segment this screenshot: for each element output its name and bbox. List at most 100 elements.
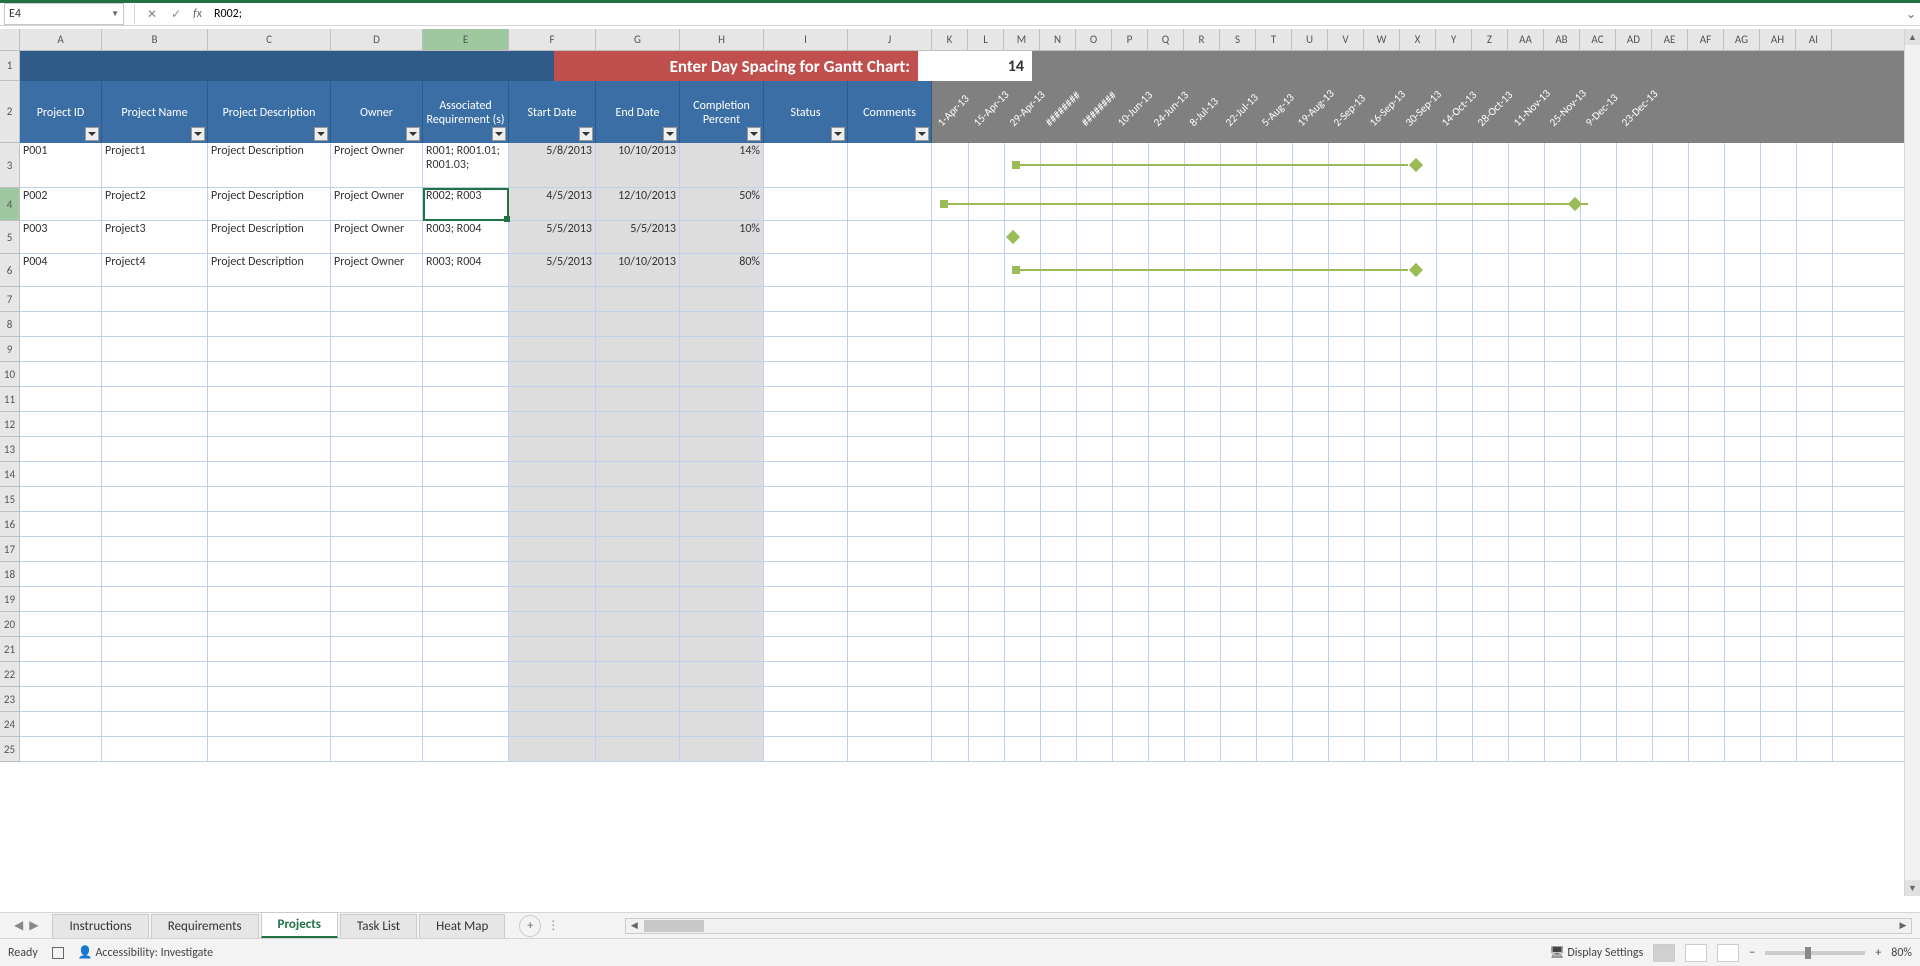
cell-empty[interactable] xyxy=(680,562,764,586)
cell-empty[interactable] xyxy=(680,487,764,511)
cell-pct[interactable]: 80% xyxy=(680,254,764,286)
cell-end[interactable]: 12/10/2013 xyxy=(596,188,680,220)
filter-button-8[interactable] xyxy=(831,127,845,141)
cell-empty[interactable] xyxy=(20,287,102,311)
cell-empty[interactable] xyxy=(596,387,680,411)
cell-start[interactable]: 4/5/2013 xyxy=(509,188,596,220)
cell-empty[interactable] xyxy=(208,487,331,511)
cell-empty[interactable] xyxy=(423,637,509,661)
cell-empty[interactable] xyxy=(102,712,208,736)
cell-empty[interactable] xyxy=(764,587,848,611)
day-spacing-value[interactable]: 14 xyxy=(918,51,1032,81)
cell-empty[interactable] xyxy=(596,437,680,461)
cell-empty[interactable] xyxy=(680,637,764,661)
cell-empty[interactable] xyxy=(423,362,509,386)
cell-empty[interactable] xyxy=(509,712,596,736)
cell-empty[interactable] xyxy=(331,712,423,736)
cell-empty[interactable] xyxy=(596,712,680,736)
cell-empty[interactable] xyxy=(208,462,331,486)
cell-empty[interactable] xyxy=(331,562,423,586)
cell-empty[interactable] xyxy=(331,362,423,386)
cell-empty[interactable] xyxy=(848,412,932,436)
cell-empty[interactable] xyxy=(20,487,102,511)
col-header-AB[interactable]: AB xyxy=(1544,29,1580,50)
cell-empty[interactable] xyxy=(509,737,596,761)
cell-empty[interactable] xyxy=(509,612,596,636)
col-header-X[interactable]: X xyxy=(1400,29,1436,50)
cell-empty[interactable] xyxy=(208,362,331,386)
cell-empty[interactable] xyxy=(764,287,848,311)
cell-empty[interactable] xyxy=(20,712,102,736)
row-header-11[interactable]: 11 xyxy=(0,387,20,412)
scroll-right-icon[interactable]: ▶ xyxy=(1895,920,1911,931)
sheet-tab-projects[interactable]: Projects xyxy=(261,912,338,938)
zoom-level[interactable]: 80% xyxy=(1891,946,1912,960)
cell-start[interactable]: 5/5/2013 xyxy=(509,221,596,253)
cell-empty[interactable] xyxy=(208,587,331,611)
cell-desc[interactable]: Project Description xyxy=(208,221,331,253)
add-sheet-button[interactable]: + xyxy=(519,915,541,937)
cell-name[interactable]: Project4 xyxy=(102,254,208,286)
cell-id[interactable]: P002 xyxy=(20,188,102,220)
filter-button-6[interactable] xyxy=(663,127,677,141)
cell-empty[interactable] xyxy=(102,287,208,311)
cell-empty[interactable] xyxy=(20,437,102,461)
cell-empty[interactable] xyxy=(848,737,932,761)
cell-status[interactable] xyxy=(764,221,848,253)
cell-empty[interactable] xyxy=(596,637,680,661)
cell-id[interactable]: P003 xyxy=(20,221,102,253)
cell-empty[interactable] xyxy=(848,712,932,736)
cell-empty[interactable] xyxy=(680,312,764,336)
col-header-AE[interactable]: AE xyxy=(1652,29,1688,50)
cell-empty[interactable] xyxy=(509,587,596,611)
row-header-12[interactable]: 12 xyxy=(0,412,20,437)
col-header-S[interactable]: S xyxy=(1220,29,1256,50)
cell-empty[interactable] xyxy=(208,412,331,436)
scroll-up-icon[interactable]: ▲ xyxy=(1905,29,1920,45)
cell-empty[interactable] xyxy=(680,287,764,311)
page-layout-view-button[interactable] xyxy=(1685,944,1707,962)
row-header-25[interactable]: 25 xyxy=(0,737,20,762)
cell-empty[interactable] xyxy=(331,687,423,711)
cell-empty[interactable] xyxy=(208,712,331,736)
cell-empty[interactable] xyxy=(423,712,509,736)
normal-view-button[interactable] xyxy=(1653,944,1675,962)
cell-pct[interactable]: 10% xyxy=(680,221,764,253)
col-header-O[interactable]: O xyxy=(1076,29,1112,50)
cell-empty[interactable] xyxy=(596,512,680,536)
cell-name[interactable]: Project1 xyxy=(102,143,208,187)
cell-empty[interactable] xyxy=(764,612,848,636)
cell-id[interactable]: P004 xyxy=(20,254,102,286)
cell-empty[interactable] xyxy=(848,662,932,686)
filter-button-1[interactable] xyxy=(191,127,205,141)
cell-empty[interactable] xyxy=(848,362,932,386)
cell-empty[interactable] xyxy=(208,312,331,336)
cell-pct[interactable]: 14% xyxy=(680,143,764,187)
sheet-tab-task list[interactable]: Task List xyxy=(340,914,417,938)
cell-empty[interactable] xyxy=(208,612,331,636)
cell-empty[interactable] xyxy=(423,612,509,636)
cell-empty[interactable] xyxy=(20,412,102,436)
cell-empty[interactable] xyxy=(509,387,596,411)
cell-empty[interactable] xyxy=(848,462,932,486)
filter-button-2[interactable] xyxy=(314,127,328,141)
cell-empty[interactable] xyxy=(764,712,848,736)
tab-nav-next-icon[interactable]: ▶ xyxy=(29,918,38,933)
zoom-out-button[interactable]: − xyxy=(1749,946,1755,960)
cell-empty[interactable] xyxy=(764,512,848,536)
col-header-AF[interactable]: AF xyxy=(1688,29,1724,50)
cell-empty[interactable] xyxy=(102,387,208,411)
cell-empty[interactable] xyxy=(20,337,102,361)
cell-empty[interactable] xyxy=(596,537,680,561)
col-header-K[interactable]: K xyxy=(932,29,968,50)
cell-empty[interactable] xyxy=(20,662,102,686)
display-settings-button[interactable]: 🖥 Display Settings xyxy=(1549,945,1643,960)
cell-empty[interactable] xyxy=(102,662,208,686)
col-header-AG[interactable]: AG xyxy=(1724,29,1760,50)
col-header-AC[interactable]: AC xyxy=(1580,29,1616,50)
cell-empty[interactable] xyxy=(848,587,932,611)
sheet-tab-requirements[interactable]: Requirements xyxy=(151,914,259,938)
filter-button-0[interactable] xyxy=(85,127,99,141)
vertical-scrollbar[interactable]: ▲ ▼ xyxy=(1904,29,1920,896)
cell-empty[interactable] xyxy=(102,362,208,386)
